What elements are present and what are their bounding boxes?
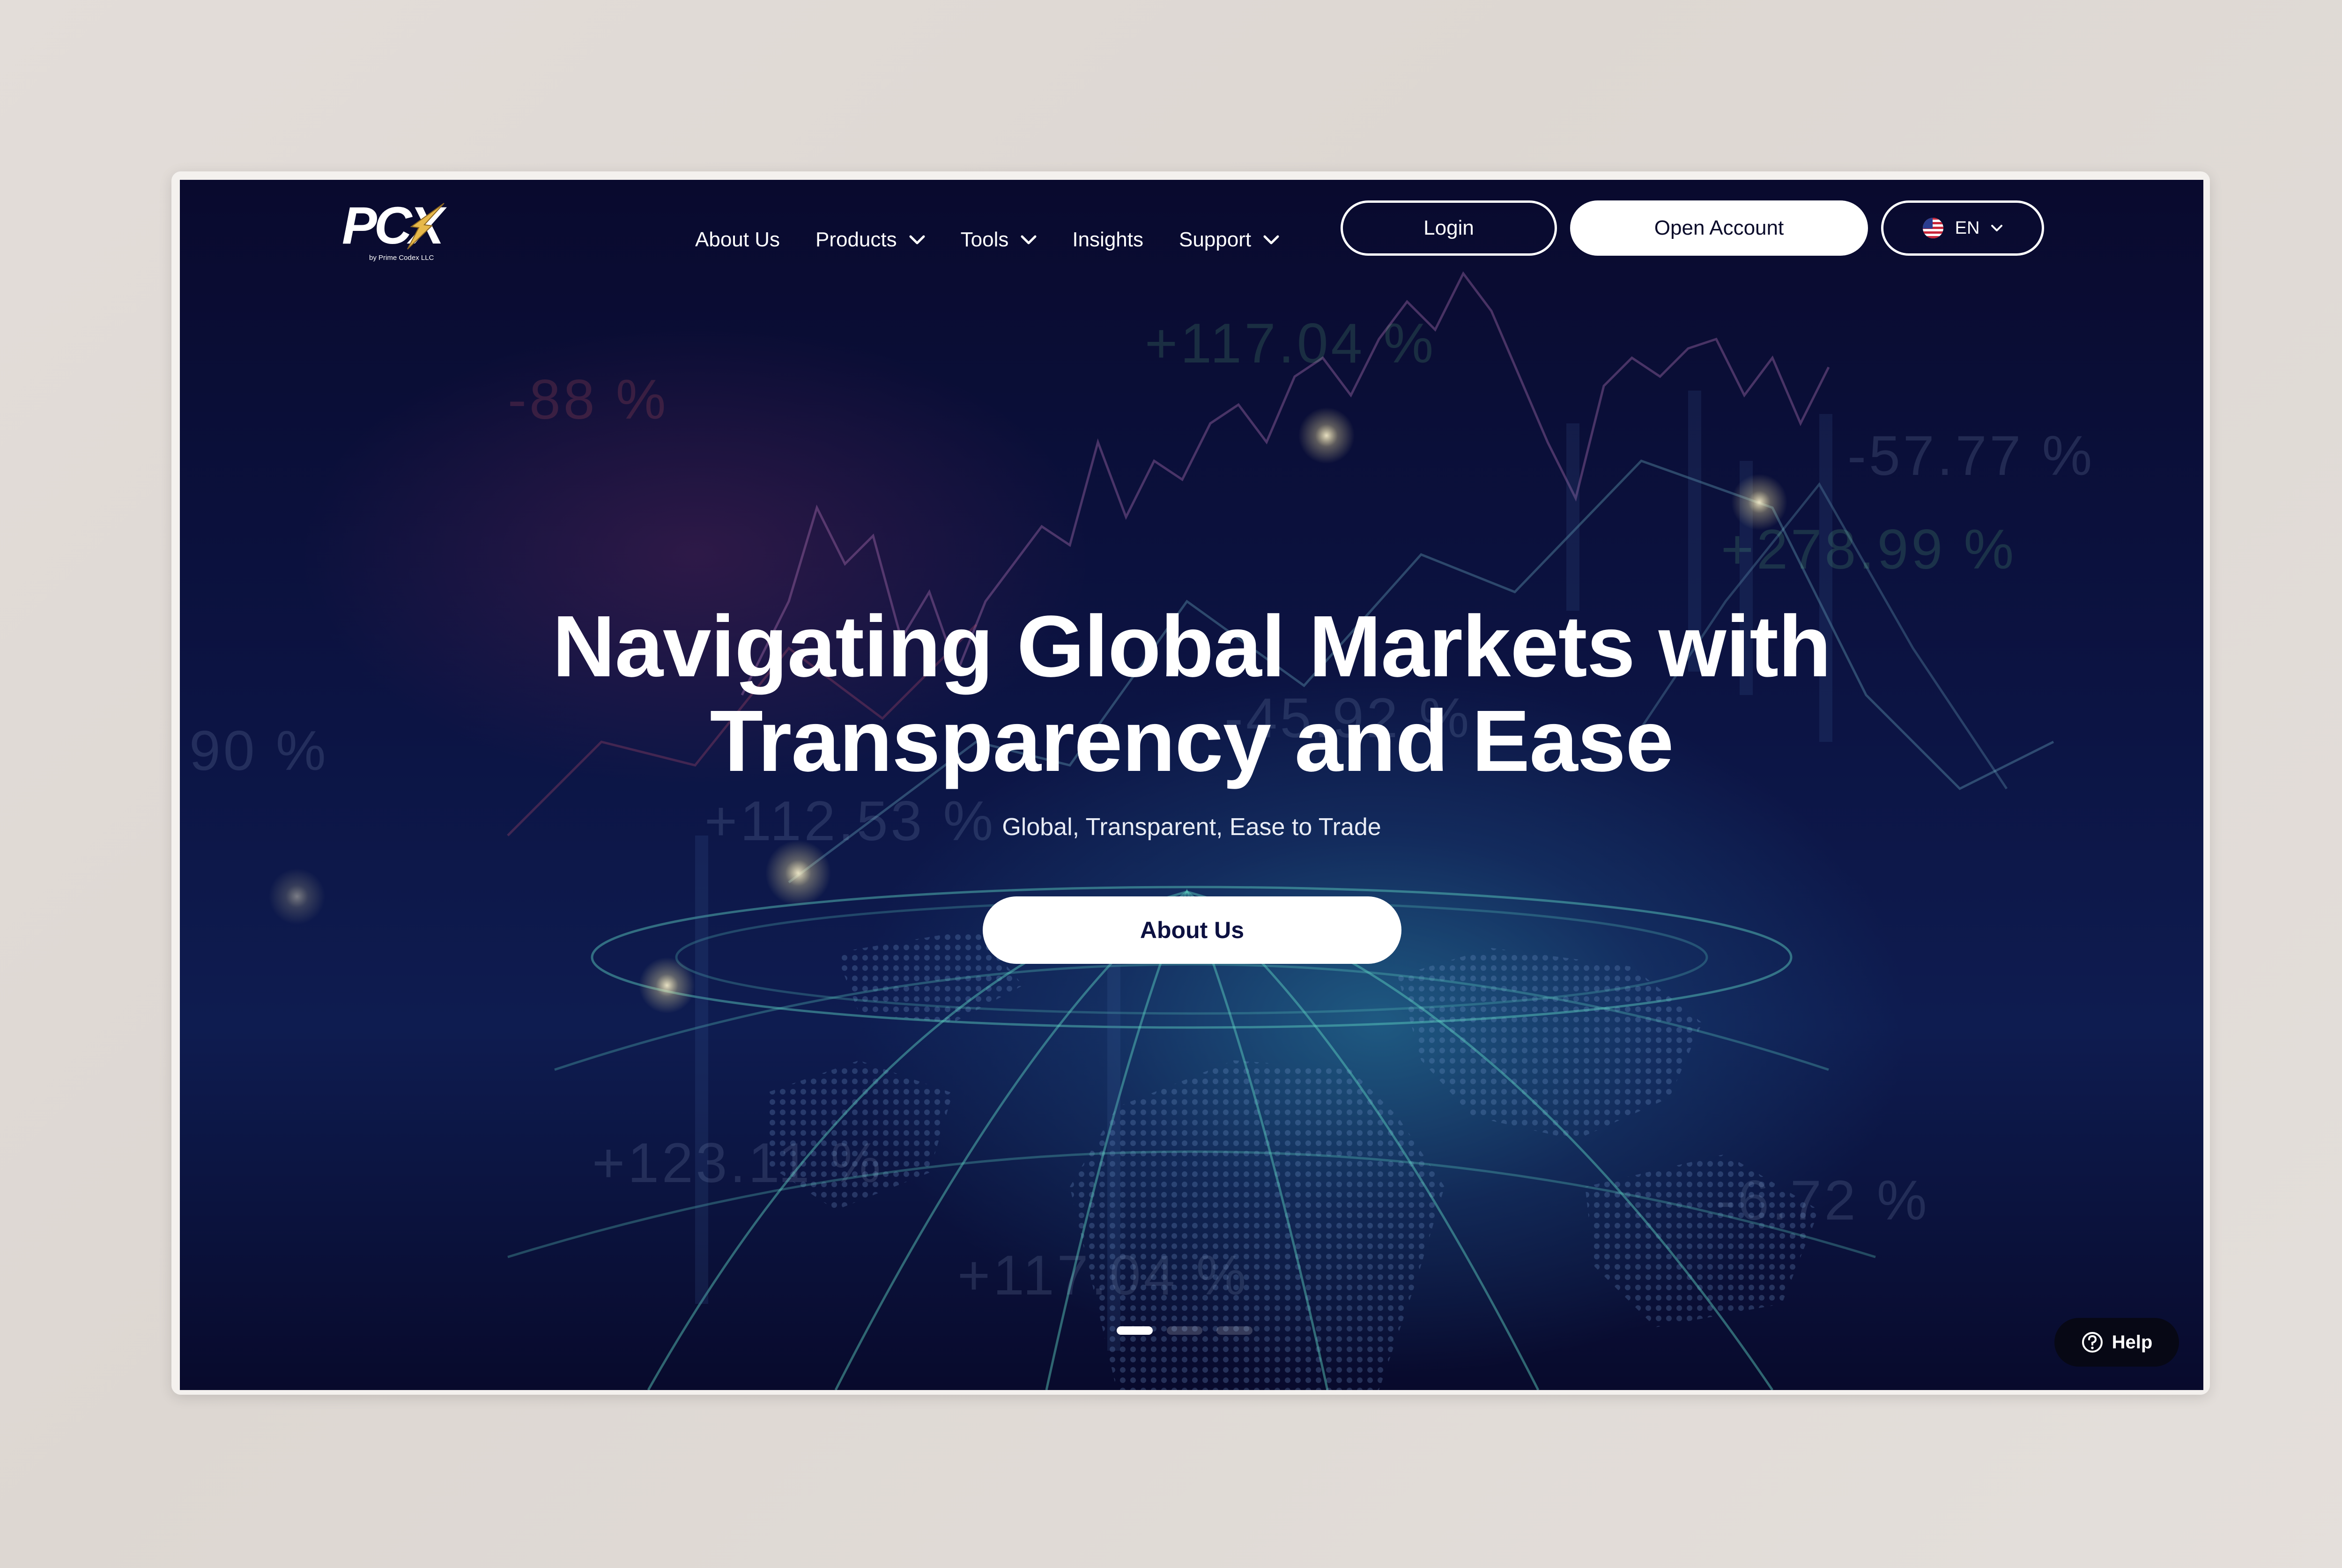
help-label: Help — [2112, 1331, 2153, 1353]
open-account-button[interactable]: Open Account — [1570, 200, 1868, 256]
bg-figure: -57.77 % — [1847, 424, 2095, 487]
hero-about-us-button[interactable]: About Us — [983, 896, 1401, 964]
bg-figure: -6.72 % — [1716, 1169, 1930, 1232]
nav-item-label: Insights — [1072, 228, 1143, 251]
chevron-down-icon — [1021, 235, 1037, 244]
nav-item-support[interactable]: Support — [1179, 228, 1279, 251]
bg-figure: +117.04 % — [957, 1244, 1249, 1307]
brand-logo[interactable]: PCX by Prime Codex LLC — [342, 198, 450, 268]
hero-title-line: Transparency and Ease — [710, 693, 1674, 790]
carousel-indicators — [1117, 1326, 1267, 1336]
nav-item-label: Support — [1178, 228, 1252, 251]
login-button[interactable]: Login — [1341, 200, 1557, 256]
hero-title-line: Navigating Global Markets with — [552, 598, 1831, 695]
chevron-down-icon — [1991, 225, 2003, 231]
open-account-button-label: Open Account — [1654, 216, 1784, 239]
language-selector[interactable]: EN — [1881, 200, 2044, 256]
hero-subtitle: Global, Transparent, Ease to Trade — [1002, 814, 1381, 841]
language-code: EN — [1955, 218, 1980, 238]
us-flag-icon — [1922, 218, 1943, 238]
nav-item-label: Products — [815, 228, 897, 251]
logo-subtitle: by Prime Codex LLC — [369, 254, 434, 262]
chevron-down-icon — [909, 235, 925, 244]
hero-section: +117.04 % -57.77 % +278.99 % +112.53 % +… — [180, 180, 2203, 1390]
question-circle-icon — [2082, 1332, 2103, 1353]
chevron-down-icon — [1263, 235, 1279, 244]
nav-item-products[interactable]: Products — [815, 228, 925, 251]
nav-item-insights[interactable]: Insights — [1072, 228, 1143, 251]
bg-figure: +278.99 % — [1721, 518, 2017, 581]
bg-figure: +117.04 % — [1145, 312, 1437, 375]
bg-figure: +123.11 % — [592, 1132, 884, 1194]
hero-title: Navigating Global Markets with Transpare… — [180, 599, 2203, 789]
carousel-dot-active[interactable] — [1117, 1326, 1153, 1335]
carousel-dot[interactable] — [1166, 1326, 1203, 1335]
hero-button-label: About Us — [1140, 917, 1245, 943]
login-button-label: Login — [1423, 216, 1474, 239]
nav-item-tools[interactable]: Tools — [961, 228, 1037, 251]
nav-item-label: Tools — [960, 228, 1009, 251]
bg-figure: -88 % — [508, 368, 669, 431]
help-button[interactable]: Help — [2054, 1318, 2179, 1367]
lightning-bolt-icon — [407, 203, 445, 250]
carousel-dot[interactable] — [1216, 1326, 1253, 1335]
nav-item-label: About Us — [695, 228, 780, 251]
main-navigation: About Us Products Tools Insights Support — [695, 216, 1315, 263]
nav-item-about-us[interactable]: About Us — [695, 228, 780, 251]
